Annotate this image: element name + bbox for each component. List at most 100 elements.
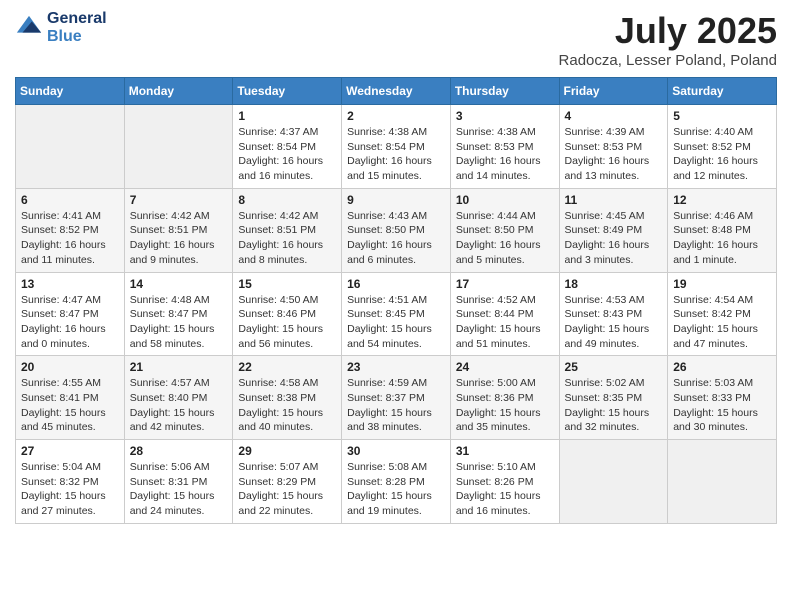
header-day: Sunday xyxy=(16,78,125,105)
calendar-cell xyxy=(559,440,668,524)
calendar-cell: 8 Sunrise: 4:42 AM Sunset: 8:51 PM Daylig… xyxy=(233,188,342,272)
day-number: 8 xyxy=(238,193,336,207)
day-info: Sunrise: 4:47 AM Sunset: 8:47 PM Dayligh… xyxy=(21,293,119,352)
day-number: 19 xyxy=(673,277,771,291)
day-number: 23 xyxy=(347,360,445,374)
day-info: Sunrise: 4:58 AM Sunset: 8:38 PM Dayligh… xyxy=(238,376,336,435)
calendar-cell xyxy=(668,440,777,524)
calendar-body: 1 Sunrise: 4:37 AM Sunset: 8:54 PM Daylig… xyxy=(16,105,777,524)
calendar-cell: 16Sunrise: 4:51 AM Sunset: 8:45 PM Dayli… xyxy=(342,272,451,356)
calendar-cell: 31 Sunrise: 5:10 AM Sunset: 8:26 PM Dayli… xyxy=(450,440,559,524)
calendar-cell: 20 Sunrise: 4:55 AM Sunset: 8:41 PM Dayli… xyxy=(16,356,125,440)
logo-line1: General xyxy=(47,10,107,28)
day-number: 11 xyxy=(565,193,663,207)
day-info: Sunrise: 4:38 AM Sunset: 8:54 PM Dayligh… xyxy=(347,125,445,184)
day-info: Sunrise: 4:50 AM Sunset: 8:46 PM Dayligh… xyxy=(238,293,336,352)
day-number: 27 xyxy=(21,444,119,458)
day-number: 9 xyxy=(347,193,445,207)
day-number: 13 xyxy=(21,277,119,291)
calendar-cell: 10 Sunrise: 4:44 AM Sunset: 8:50 PM Dayli… xyxy=(450,188,559,272)
day-number: 3 xyxy=(456,109,554,123)
calendar-week: 6Sunrise: 4:41 AM Sunset: 8:52 PM Daylig… xyxy=(16,188,777,272)
calendar-cell: 12Sunrise: 4:46 AM Sunset: 8:48 PM Dayli… xyxy=(668,188,777,272)
calendar-cell xyxy=(124,105,233,189)
day-number: 1 xyxy=(238,109,336,123)
header-day: Wednesday xyxy=(342,78,451,105)
calendar-header: SundayMondayTuesdayWednesdayThursdayFrid… xyxy=(16,78,777,105)
day-info: Sunrise: 4:55 AM Sunset: 8:41 PM Dayligh… xyxy=(21,376,119,435)
day-number: 18 xyxy=(565,277,663,291)
day-info: Sunrise: 5:04 AM Sunset: 8:32 PM Dayligh… xyxy=(21,460,119,519)
calendar-cell: 17Sunrise: 4:52 AM Sunset: 8:44 PM Dayli… xyxy=(450,272,559,356)
day-info: Sunrise: 4:43 AM Sunset: 8:50 PM Dayligh… xyxy=(347,209,445,268)
calendar-cell: 30 Sunrise: 5:08 AM Sunset: 8:28 PM Dayli… xyxy=(342,440,451,524)
calendar-cell: 24 Sunrise: 5:00 AM Sunset: 8:36 PM Dayli… xyxy=(450,356,559,440)
header-row: SundayMondayTuesdayWednesdayThursdayFrid… xyxy=(16,78,777,105)
day-info: Sunrise: 4:57 AM Sunset: 8:40 PM Dayligh… xyxy=(130,376,228,435)
day-info: Sunrise: 4:40 AM Sunset: 8:52 PM Dayligh… xyxy=(673,125,771,184)
page-header: General Blue July 2025 Radocza, Lesser P… xyxy=(15,10,777,69)
day-number: 5 xyxy=(673,109,771,123)
calendar-cell: 29Sunrise: 5:07 AM Sunset: 8:29 PM Dayli… xyxy=(233,440,342,524)
day-info: Sunrise: 4:42 AM Sunset: 8:51 PM Dayligh… xyxy=(130,209,228,268)
calendar-cell: 15 Sunrise: 4:50 AM Sunset: 8:46 PM Dayli… xyxy=(233,272,342,356)
calendar-cell: 13 Sunrise: 4:47 AM Sunset: 8:47 PM Dayli… xyxy=(16,272,125,356)
header-day: Tuesday xyxy=(233,78,342,105)
day-number: 20 xyxy=(21,360,119,374)
day-number: 31 xyxy=(456,444,554,458)
day-number: 15 xyxy=(238,277,336,291)
day-info: Sunrise: 4:44 AM Sunset: 8:50 PM Dayligh… xyxy=(456,209,554,268)
day-number: 22 xyxy=(238,360,336,374)
day-info: Sunrise: 4:51 AM Sunset: 8:45 PM Dayligh… xyxy=(347,293,445,352)
logo: General Blue xyxy=(15,10,107,45)
day-info: Sunrise: 4:37 AM Sunset: 8:54 PM Dayligh… xyxy=(238,125,336,184)
location: Radocza, Lesser Poland, Poland xyxy=(559,52,777,69)
header-day: Monday xyxy=(124,78,233,105)
day-info: Sunrise: 5:02 AM Sunset: 8:35 PM Dayligh… xyxy=(565,376,663,435)
day-number: 10 xyxy=(456,193,554,207)
day-info: Sunrise: 5:06 AM Sunset: 8:31 PM Dayligh… xyxy=(130,460,228,519)
header-day: Saturday xyxy=(668,78,777,105)
calendar-cell: 18Sunrise: 4:53 AM Sunset: 8:43 PM Dayli… xyxy=(559,272,668,356)
calendar-cell: 25 Sunrise: 5:02 AM Sunset: 8:35 PM Dayli… xyxy=(559,356,668,440)
day-info: Sunrise: 4:52 AM Sunset: 8:44 PM Dayligh… xyxy=(456,293,554,352)
day-info: Sunrise: 5:10 AM Sunset: 8:26 PM Dayligh… xyxy=(456,460,554,519)
calendar-cell: 1 Sunrise: 4:37 AM Sunset: 8:54 PM Daylig… xyxy=(233,105,342,189)
day-info: Sunrise: 5:08 AM Sunset: 8:28 PM Dayligh… xyxy=(347,460,445,519)
day-info: Sunrise: 5:00 AM Sunset: 8:36 PM Dayligh… xyxy=(456,376,554,435)
calendar-cell: 7 Sunrise: 4:42 AM Sunset: 8:51 PM Daylig… xyxy=(124,188,233,272)
calendar-week: 1 Sunrise: 4:37 AM Sunset: 8:54 PM Daylig… xyxy=(16,105,777,189)
calendar-cell xyxy=(16,105,125,189)
day-number: 21 xyxy=(130,360,228,374)
day-info: Sunrise: 4:42 AM Sunset: 8:51 PM Dayligh… xyxy=(238,209,336,268)
day-info: Sunrise: 4:41 AM Sunset: 8:52 PM Dayligh… xyxy=(21,209,119,268)
day-number: 12 xyxy=(673,193,771,207)
calendar-cell: 28 Sunrise: 5:06 AM Sunset: 8:31 PM Dayli… xyxy=(124,440,233,524)
day-info: Sunrise: 4:39 AM Sunset: 8:53 PM Dayligh… xyxy=(565,125,663,184)
day-number: 25 xyxy=(565,360,663,374)
calendar-cell: 6Sunrise: 4:41 AM Sunset: 8:52 PM Daylig… xyxy=(16,188,125,272)
logo-line2: Blue xyxy=(47,28,107,46)
calendar-cell: 4Sunrise: 4:39 AM Sunset: 8:53 PM Daylig… xyxy=(559,105,668,189)
header-day: Thursday xyxy=(450,78,559,105)
calendar-cell: 21 Sunrise: 4:57 AM Sunset: 8:40 PM Dayli… xyxy=(124,356,233,440)
calendar-cell: 5 Sunrise: 4:40 AM Sunset: 8:52 PM Daylig… xyxy=(668,105,777,189)
calendar-cell: 26 Sunrise: 5:03 AM Sunset: 8:33 PM Dayli… xyxy=(668,356,777,440)
day-number: 24 xyxy=(456,360,554,374)
day-info: Sunrise: 4:54 AM Sunset: 8:42 PM Dayligh… xyxy=(673,293,771,352)
day-info: Sunrise: 5:03 AM Sunset: 8:33 PM Dayligh… xyxy=(673,376,771,435)
header-day: Friday xyxy=(559,78,668,105)
day-number: 29 xyxy=(238,444,336,458)
logo-icon xyxy=(15,14,43,42)
day-number: 28 xyxy=(130,444,228,458)
calendar-cell: 19 Sunrise: 4:54 AM Sunset: 8:42 PM Dayli… xyxy=(668,272,777,356)
calendar-table: SundayMondayTuesdayWednesdayThursdayFrid… xyxy=(15,77,777,524)
calendar-cell: 27 Sunrise: 5:04 AM Sunset: 8:32 PM Dayli… xyxy=(16,440,125,524)
day-number: 26 xyxy=(673,360,771,374)
calendar-cell: 9 Sunrise: 4:43 AM Sunset: 8:50 PM Daylig… xyxy=(342,188,451,272)
day-number: 7 xyxy=(130,193,228,207)
calendar-cell: 2Sunrise: 4:38 AM Sunset: 8:54 PM Daylig… xyxy=(342,105,451,189)
day-number: 14 xyxy=(130,277,228,291)
day-number: 30 xyxy=(347,444,445,458)
calendar-cell: 22 Sunrise: 4:58 AM Sunset: 8:38 PM Dayli… xyxy=(233,356,342,440)
